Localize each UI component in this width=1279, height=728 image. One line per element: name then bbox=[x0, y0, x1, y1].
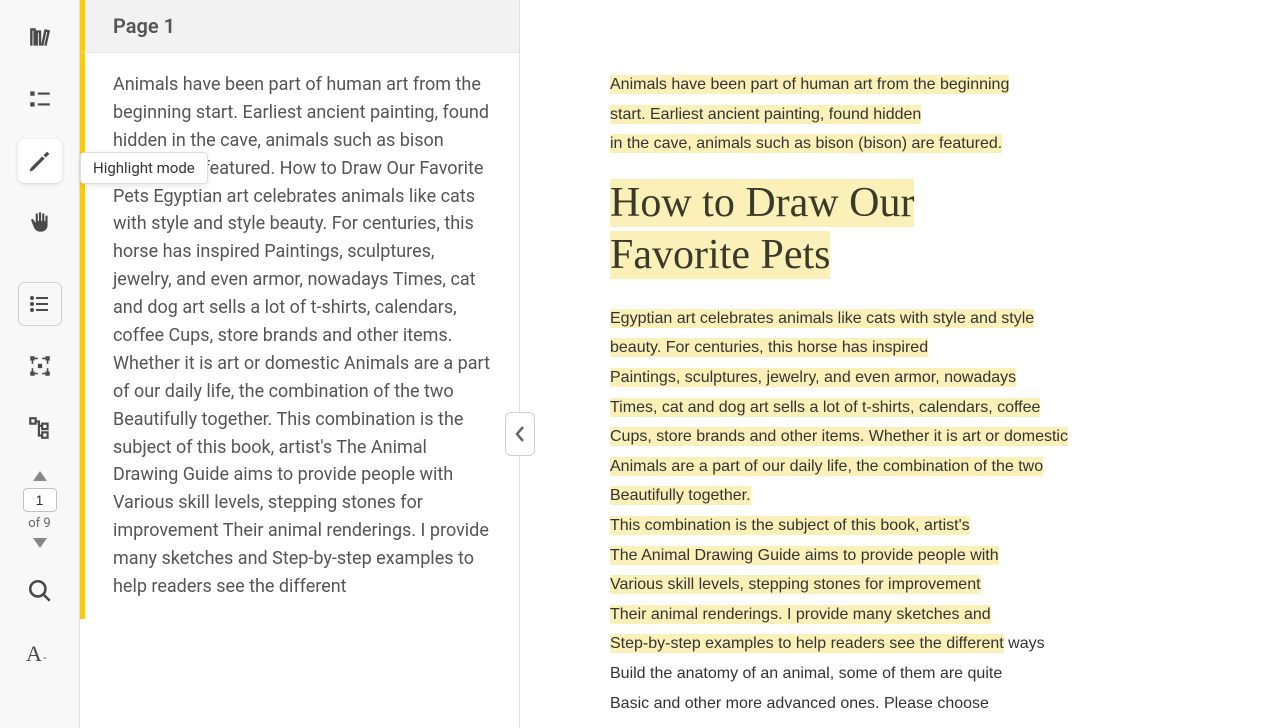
highlight-icon[interactable] bbox=[18, 139, 62, 183]
tree-icon[interactable] bbox=[18, 406, 62, 450]
prev-page-icon[interactable] bbox=[28, 468, 52, 484]
doc-line: The Animal Drawing Guide aims to provide… bbox=[610, 541, 1219, 571]
doc-line: beauty. For centuries, this horse has in… bbox=[610, 333, 1219, 363]
library-icon[interactable] bbox=[18, 15, 62, 59]
divider bbox=[22, 263, 58, 264]
doc-line: This combination is the subject of this … bbox=[610, 511, 1219, 541]
doc-line: Their animal renderings. I provide many … bbox=[610, 600, 1219, 630]
left-toolbar: of 9 A- Highlight mode bbox=[0, 0, 80, 728]
search-icon[interactable] bbox=[18, 569, 62, 613]
doc-line: in the cave, animals such as bison (biso… bbox=[610, 129, 1219, 159]
document-viewer[interactable]: Animals have been part of human art from… bbox=[520, 0, 1279, 728]
page-input[interactable] bbox=[23, 488, 57, 512]
doc-title: How to Draw Our Favorite Pets bbox=[610, 177, 1219, 282]
doc-line: Egyptian art celebrates animals like cat… bbox=[610, 304, 1219, 334]
highlight-tooltip: Highlight mode bbox=[80, 152, 208, 184]
outline-icon[interactable] bbox=[18, 77, 62, 121]
next-page-icon[interactable] bbox=[28, 535, 52, 551]
list-icon[interactable] bbox=[18, 282, 62, 326]
panel-page-header: Page 1 bbox=[80, 0, 519, 53]
doc-line: Animals have been part of human art from… bbox=[610, 70, 1219, 100]
panel-annotation-text[interactable]: Animals have been part of human art from… bbox=[80, 53, 519, 619]
pan-icon[interactable] bbox=[18, 201, 62, 245]
doc-line: Cups, store brands and other items. Whet… bbox=[610, 422, 1219, 452]
doc-line: Times, cat and dog art sells a lot of t-… bbox=[610, 393, 1219, 423]
page-total-label: of 9 bbox=[28, 516, 50, 531]
doc-line: Basic and other more advanced ones. Plea… bbox=[610, 689, 1219, 719]
svg-text:-: - bbox=[43, 652, 47, 664]
doc-line: Animals are a part of our daily life, th… bbox=[610, 452, 1219, 482]
doc-line: Step-by-step examples to help readers se… bbox=[610, 629, 1219, 659]
doc-line: Paintings, sculptures, jewelry, and even… bbox=[610, 363, 1219, 393]
doc-line: Build the anatomy of an animal, some of … bbox=[610, 659, 1219, 689]
doc-line: Various skill levels, stepping stones fo… bbox=[610, 570, 1219, 600]
doc-line: start. Earliest ancient painting, found … bbox=[610, 100, 1219, 130]
doc-line: Beautifully together. bbox=[610, 481, 1219, 511]
font-size-icon[interactable]: A- bbox=[18, 631, 62, 675]
collapse-panel-button[interactable] bbox=[505, 412, 535, 456]
svg-text:A: A bbox=[26, 641, 42, 665]
nodes-icon[interactable] bbox=[18, 344, 62, 388]
page-navigator: of 9 bbox=[23, 468, 57, 551]
annotation-panel: Page 1 Animals have been part of human a… bbox=[80, 0, 520, 728]
